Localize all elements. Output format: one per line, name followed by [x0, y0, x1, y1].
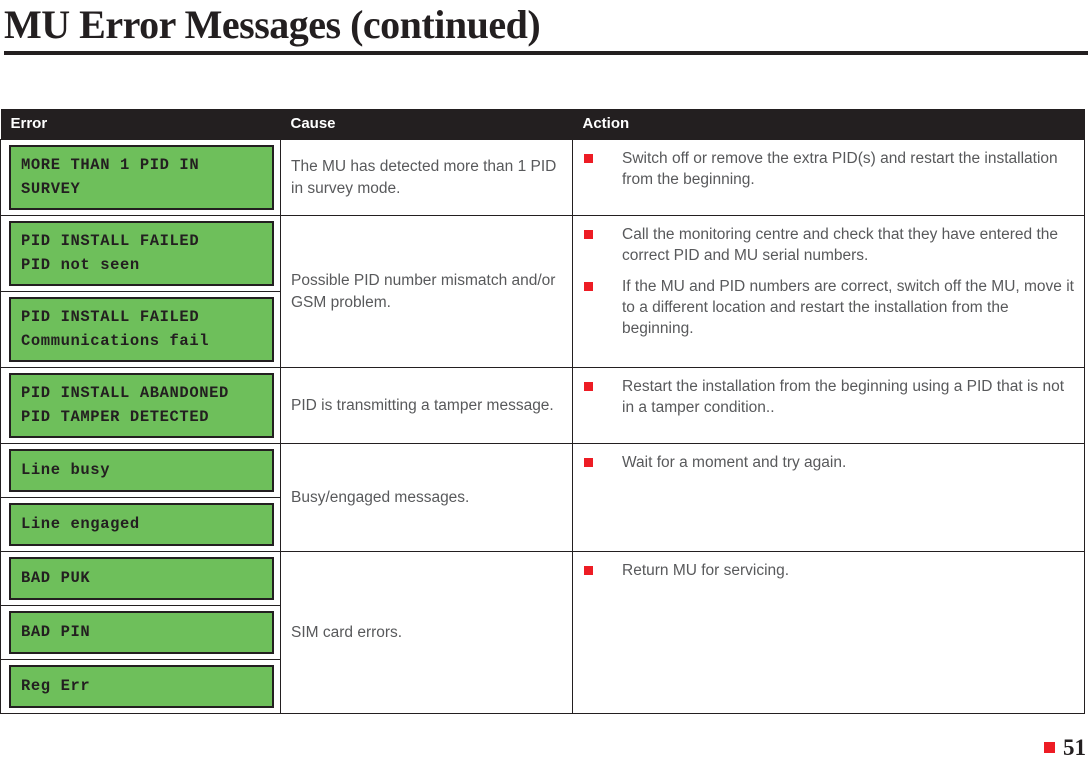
action-item: Restart the installation from the beginn… [573, 376, 1074, 418]
table-row: MORE THAN 1 PID IN SURVEY The MU has dete… [0, 139, 1085, 216]
cause-text: SIM card errors. [291, 623, 403, 641]
column-header-action: Action [572, 109, 1085, 140]
error-cell: BAD PUK BAD PIN Reg Err [0, 551, 281, 714]
red-square-bullet-icon [584, 282, 593, 291]
lcd-display: PID INSTALL FAILED Communications fail [9, 297, 274, 362]
action-cell: Call the monitoring centre and check tha… [572, 215, 1085, 368]
action-list: Call the monitoring centre and check tha… [573, 224, 1074, 339]
lcd-display: PID INSTALL FAILED PID not seen [9, 221, 274, 286]
table-row: Line busy Line engaged Busy/engaged messag… [0, 443, 1085, 552]
action-text: Switch off or remove the extra PID(s) an… [622, 150, 1058, 188]
action-list: Restart the installation from the beginn… [573, 376, 1074, 418]
action-list: Return MU for servicing. [573, 560, 1074, 581]
cause-text: PID is transmitting a tamper message. [291, 396, 554, 414]
lcd-display: Line busy [9, 449, 274, 492]
lcd-display-wrapper: Reg Err [1, 660, 280, 713]
action-item: Switch off or remove the extra PID(s) an… [573, 148, 1074, 190]
action-cell: Return MU for servicing. [572, 551, 1085, 714]
error-cell: PID INSTALL ABANDONED PID TAMPER DETECTE… [0, 367, 281, 444]
title-divider [4, 51, 1088, 55]
table-header-row: Error Cause Action [0, 109, 1085, 140]
cause-text: The MU has detected more than 1 PID in s… [291, 157, 557, 197]
lcd-display-wrapper: PID INSTALL FAILED Communications fail [1, 292, 280, 367]
lcd-display: BAD PUK [9, 557, 274, 600]
action-text: Wait for a moment and try again. [622, 454, 847, 471]
action-cell: Restart the installation from the beginn… [572, 367, 1085, 444]
error-cell: MORE THAN 1 PID IN SURVEY [0, 139, 281, 216]
action-text: Call the monitoring centre and check tha… [622, 226, 1058, 264]
page-title: MU Error Messages (continued) [4, 2, 541, 47]
red-square-bullet-icon [584, 154, 593, 163]
lcd-display-wrapper: Line busy [1, 444, 280, 498]
lcd-display-wrapper: MORE THAN 1 PID IN SURVEY [1, 140, 280, 215]
cause-text: Busy/engaged messages. [291, 488, 470, 506]
action-text: Restart the installation from the beginn… [622, 378, 1064, 416]
action-list: Wait for a moment and try again. [573, 452, 1074, 473]
page-number: 51 [1063, 735, 1086, 760]
table-row: PID INSTALL ABANDONED PID TAMPER DETECTE… [0, 367, 1085, 444]
lcd-display-wrapper: BAD PIN [1, 606, 280, 660]
page-footer: 51 [1044, 736, 1086, 759]
column-header-cause: Cause [280, 109, 573, 140]
column-header-error: Error [0, 109, 281, 140]
table-row: PID INSTALL FAILED PID not seen PID INSTA… [0, 215, 1085, 368]
lcd-display: PID INSTALL ABANDONED PID TAMPER DETECTE… [9, 373, 274, 438]
cause-cell: SIM card errors. [280, 551, 573, 714]
error-cell: Line busy Line engaged [0, 443, 281, 552]
cause-cell: The MU has detected more than 1 PID in s… [280, 139, 573, 216]
lcd-display: MORE THAN 1 PID IN SURVEY [9, 145, 274, 210]
action-item: Wait for a moment and try again. [573, 452, 1074, 473]
error-messages-table: Error Cause Action MORE THAN 1 PID IN SU… [0, 109, 1085, 714]
table-header: Error Cause Action [0, 109, 1085, 140]
cause-cell: PID is transmitting a tamper message. [280, 367, 573, 444]
lcd-display: Line engaged [9, 503, 274, 546]
table-body: MORE THAN 1 PID IN SURVEY The MU has dete… [0, 139, 1085, 714]
action-cell: Switch off or remove the extra PID(s) an… [572, 139, 1085, 216]
lcd-display-wrapper: BAD PUK [1, 552, 280, 606]
red-square-bullet-icon [584, 566, 593, 575]
action-list: Switch off or remove the extra PID(s) an… [573, 148, 1074, 190]
action-item: Return MU for servicing. [573, 560, 1074, 581]
lcd-display-wrapper: PID INSTALL FAILED PID not seen [1, 216, 280, 292]
lcd-display-wrapper: PID INSTALL ABANDONED PID TAMPER DETECTE… [1, 368, 280, 443]
action-item: If the MU and PID numbers are correct, s… [573, 276, 1074, 339]
footer-square-icon [1044, 742, 1055, 753]
cause-cell: Busy/engaged messages. [280, 443, 573, 552]
action-cell: Wait for a moment and try again. [572, 443, 1085, 552]
lcd-display: BAD PIN [9, 611, 274, 654]
cause-text: Possible PID number mismatch and/or GSM … [291, 271, 556, 311]
page-header: MU Error Messages (continued) [0, 0, 1090, 55]
lcd-display-wrapper: Line engaged [1, 498, 280, 551]
action-item: Call the monitoring centre and check tha… [573, 224, 1074, 266]
lcd-display: Reg Err [9, 665, 274, 708]
red-square-bullet-icon [584, 458, 593, 467]
table-row: BAD PUK BAD PIN Reg Err SIM card errors. Ret… [0, 551, 1085, 714]
cause-cell: Possible PID number mismatch and/or GSM … [280, 215, 573, 368]
action-text: Return MU for servicing. [622, 562, 790, 579]
action-text: If the MU and PID numbers are correct, s… [622, 278, 1074, 337]
red-square-bullet-icon [584, 382, 593, 391]
error-cell: PID INSTALL FAILED PID not seen PID INSTA… [0, 215, 281, 368]
red-square-bullet-icon [584, 230, 593, 239]
